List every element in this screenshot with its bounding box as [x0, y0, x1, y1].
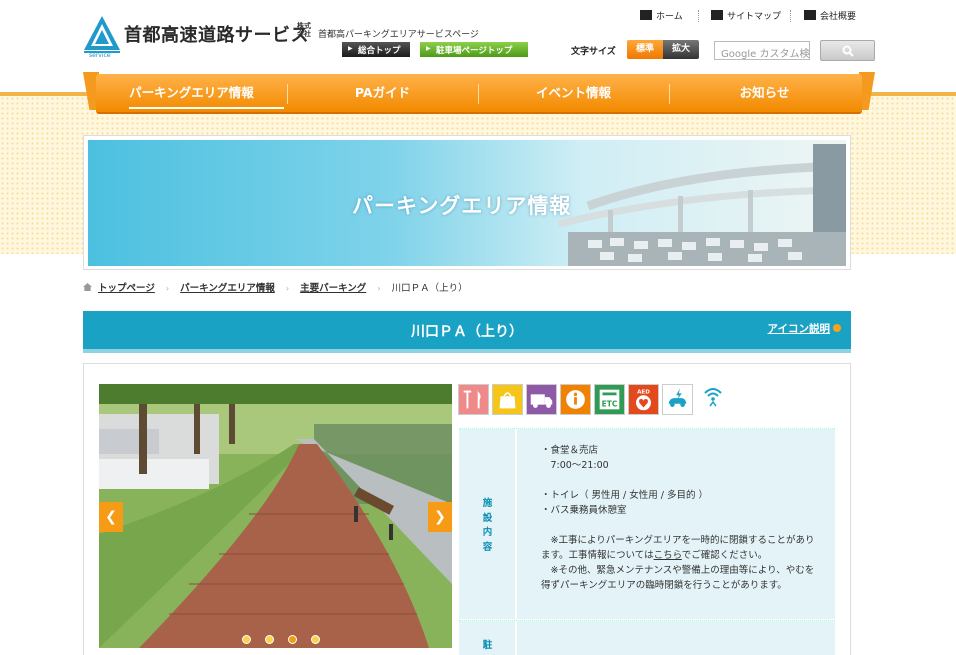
svg-text:ETC: ETC: [602, 400, 618, 409]
util-divider: [698, 10, 699, 22]
slide-dot[interactable]: [265, 635, 275, 644]
breadcrumb-separator-icon: ›: [377, 284, 381, 293]
site-subtitle: 首都高パーキングエリアサービスページ: [318, 30, 479, 40]
breadcrumb-link-parking-info[interactable]: パーキングエリア情報: [180, 283, 275, 294]
general-top-button[interactable]: 総合トップ: [342, 42, 410, 57]
breadcrumb-link-major-parking[interactable]: 主要パーキング: [300, 283, 366, 294]
nav-item-events[interactable]: イベント情報: [478, 74, 669, 112]
facility-row: 施設内容 ・食堂＆売店 7:00～21:00 ・トイレ（ 男性用 / 女性用 /…: [459, 428, 835, 619]
arrow-circle-icon: [833, 324, 841, 332]
company-logo[interactable]: service 首都高速道路サービス 株式会社: [82, 14, 322, 62]
breadcrumb-current: 川口ＰＡ（上り）: [391, 283, 468, 294]
page-title: 川口ＰＡ（上り）: [411, 324, 523, 340]
title-bar-underline: [83, 349, 851, 353]
logo-kaisha-text: 株式会社: [297, 22, 311, 38]
pa-photo-slideshow[interactable]: ❮ ❯: [99, 384, 452, 648]
information-icon: [560, 384, 591, 415]
search-input[interactable]: Google カスタム検索: [714, 41, 810, 60]
search-button[interactable]: [820, 40, 875, 61]
company-link[interactable]: 会社概要: [804, 9, 856, 22]
slide-indicators: [242, 629, 329, 648]
home-icon: [640, 10, 652, 20]
font-large-button[interactable]: 拡大: [663, 40, 699, 59]
slide-dot[interactable]: [311, 635, 321, 644]
next-slide-button[interactable]: ❯: [428, 502, 452, 532]
facility-info-table: 施設内容 ・食堂＆売店 7:00～21:00 ・トイレ（ 男性用 / 女性用 /…: [459, 428, 835, 655]
ev-charger-icon: [662, 384, 693, 415]
building-icon: [804, 10, 816, 20]
parking-row: 駐: [459, 620, 835, 655]
logo-service-text: service: [89, 52, 111, 59]
sitemap-icon: [711, 10, 723, 20]
util-divider: [790, 10, 791, 22]
boardwalk-photo: [99, 384, 452, 648]
svg-text:AED: AED: [637, 389, 650, 395]
home-link[interactable]: ホーム: [640, 9, 683, 22]
slide-dot[interactable]: [242, 635, 251, 644]
restaurant-icon: [458, 384, 489, 415]
parking-row-header-label: 駐: [482, 640, 493, 651]
page-title-bar: 川口ＰＡ（上り） アイコン説明: [83, 311, 851, 349]
hero-image: パーキングエリア情報: [88, 140, 846, 266]
main-navigation: パーキングエリア情報 PAガイド イベント情報 お知らせ: [96, 74, 862, 112]
nav-item-pa-guide[interactable]: PAガイド: [287, 74, 478, 112]
breadcrumb: トップページ › パーキングエリア情報 › 主要パーキング › 川口ＰＡ（上り）: [83, 280, 468, 294]
home-icon: [83, 283, 92, 291]
nav-item-news[interactable]: お知らせ: [669, 74, 860, 112]
parking-row-header: 駐: [459, 621, 516, 655]
slide-dot-active[interactable]: [288, 635, 298, 644]
facility-row-body: ・食堂＆売店 7:00～21:00 ・トイレ（ 男性用 / 女性用 / 多目的 …: [517, 429, 835, 619]
hero-title: パーキングエリア情報: [352, 194, 572, 218]
font-size-label: 文字サイズ: [571, 47, 616, 57]
breadcrumb-link-top[interactable]: トップページ: [98, 283, 155, 294]
aed-icon: AED: [628, 384, 659, 415]
facility-description: ・食堂＆売店 7:00～21:00 ・トイレ（ 男性用 / 女性用 / 多目的 …: [541, 445, 815, 591]
icon-legend-link[interactable]: アイコン説明: [768, 321, 841, 336]
etc-icon: ETC: [594, 384, 625, 415]
construction-info-link[interactable]: こちら: [654, 550, 682, 561]
logo-text: 首都高速道路サービス: [124, 25, 309, 46]
prev-slide-button[interactable]: ❮: [99, 502, 123, 532]
facility-row-header-label: 施設内容: [482, 498, 493, 553]
hero-banner: パーキングエリア情報: [83, 135, 851, 270]
search-icon: [842, 45, 854, 57]
truck-icon: [526, 384, 557, 415]
breadcrumb-separator-icon: ›: [285, 284, 290, 293]
font-standard-button[interactable]: 標準: [627, 40, 663, 59]
parking-top-button[interactable]: 駐車場ページトップ: [420, 42, 528, 57]
parking-row-body: [517, 621, 835, 655]
breadcrumb-separator-icon: ›: [165, 284, 170, 293]
nav-item-parking-info[interactable]: パーキングエリア情報: [96, 74, 287, 112]
wifi-icon: [704, 388, 722, 407]
pa-detail-panel: ❮ ❯ ETC AED 施設内容 ・食堂＆売店 7:00～21:00 ・トイレ（…: [83, 363, 851, 655]
shop-icon: [492, 384, 523, 415]
facility-row-header: 施設内容: [459, 429, 516, 619]
sitemap-link[interactable]: サイトマップ: [711, 9, 781, 22]
